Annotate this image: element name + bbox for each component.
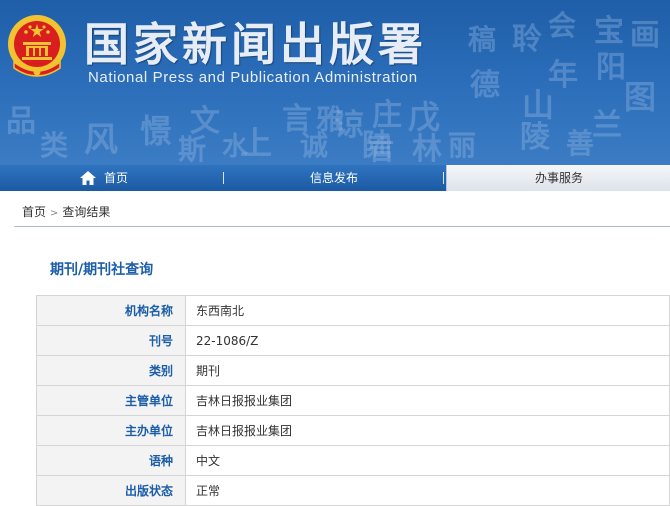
national-emblem-icon [8,15,66,77]
nav-home-label: 首页 [104,171,129,185]
breadcrumb: 首页 > 查询结果 [22,203,110,220]
table-row: 类别 期刊 [36,355,670,386]
calligraphy-char: 林 [412,132,442,165]
calligraphy-char: 德 [470,68,500,103]
calligraphy-char: 雅 [316,103,345,136]
home-icon [80,171,96,185]
field-value: 中文 [185,445,670,476]
calligraphy-char: 画 [630,18,660,53]
breadcrumb-divider [14,226,670,227]
calligraphy-char: 阳 [596,50,626,85]
calligraphy-char: 品 [6,104,36,139]
breadcrumb-separator: > [50,208,59,219]
field-label: 机构名称 [36,295,186,326]
table-row: 主办单位 吉林日报报业集团 [36,415,670,446]
table-row: 机构名称 东西南北 [36,295,670,326]
field-value: 东西南北 [185,295,670,326]
field-value: 22-1086/Z [185,325,670,356]
table-row: 主管单位 吉林日报报业集团 [36,385,670,416]
table-row: 刊号 22-1086/Z [36,325,670,356]
record-detail-table: 机构名称 东西南北 刊号 22-1086/Z 类别 期刊 主管单位 吉林日报报业… [36,295,670,506]
nav-news[interactable]: 信息发布 [310,165,358,191]
field-label: 语种 [36,445,186,476]
site-banner: 品 风 类 憬 文 上 斯 水 言 诚 谅 陆 雅 庄 君 戊 林 丽 年 山 … [0,0,670,165]
calligraphy-char: 陵 [520,120,550,155]
calligraphy-char: 憬 [140,112,173,150]
field-label: 刊号 [36,325,186,356]
calligraphy-char: 聆 [512,22,542,57]
nav-divider [223,172,224,184]
calligraphy-char: 兰 [592,108,622,143]
field-value: 吉林日报报业集团 [185,415,670,446]
field-label: 主办单位 [36,415,186,446]
table-row: 出版状态 正常 [36,475,670,506]
site-title: 国家新闻出版署 [84,18,428,71]
nav-service[interactable]: 办事服务 [446,165,670,191]
field-label: 主管单位 [36,385,186,416]
calligraphy-char: 类 [40,129,69,162]
main-nav: 首页 信息发布 办事服务 [0,165,670,191]
calligraphy-char: 水 [222,132,249,162]
field-value: 期刊 [185,355,670,386]
calligraphy-char: 丽 [448,129,477,162]
calligraphy-char: 斯 [178,133,207,165]
calligraphy-char: 善 [566,127,595,160]
calligraphy-char: 风 [84,120,118,160]
nav-home[interactable]: 首页 [80,165,128,191]
field-label: 类别 [36,355,186,386]
field-value: 吉林日报报业集团 [185,385,670,416]
breadcrumb-home-link[interactable]: 首页 [22,205,46,219]
table-row: 语种 中文 [36,445,670,476]
field-label: 出版状态 [36,475,186,506]
breadcrumb-current: 查询结果 [62,205,111,219]
page-title: 期刊/期刊社查询 [50,262,154,278]
calligraphy-char: 稿 [468,23,497,56]
calligraphy-char: 图 [624,78,657,116]
site-subtitle: National Press and Publication Administr… [88,69,418,86]
calligraphy-char: 君 [366,133,395,165]
calligraphy-char: 会 [548,9,577,42]
field-value: 正常 [185,475,670,506]
nav-divider [443,172,444,184]
